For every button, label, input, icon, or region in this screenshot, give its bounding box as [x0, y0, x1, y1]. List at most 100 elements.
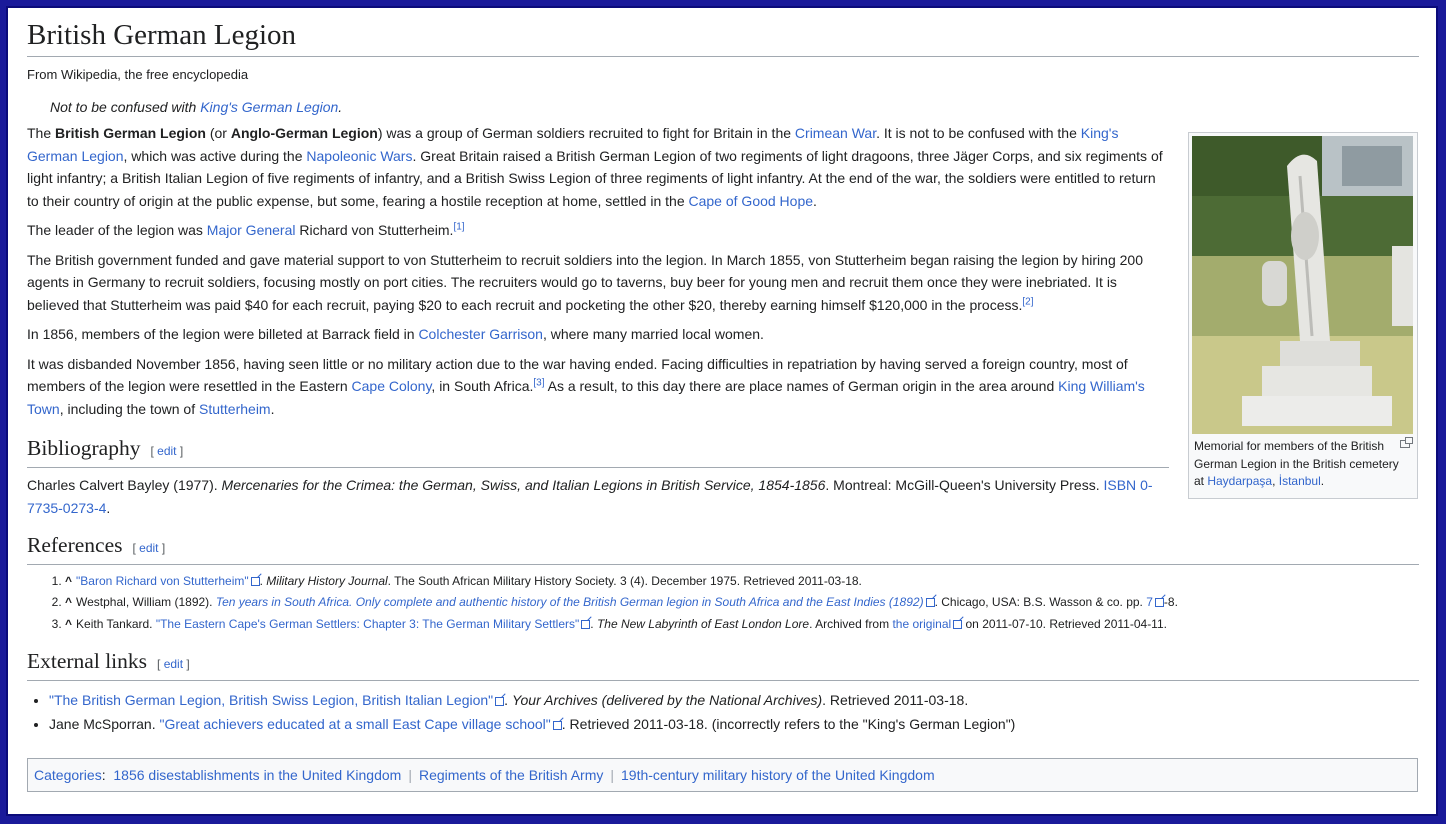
- caption-end: .: [1320, 474, 1325, 488]
- categories-box: Categories: 1856 disestablishments in th…: [27, 758, 1418, 792]
- text: , which was active during the: [123, 147, 307, 164]
- hatnote-link[interactable]: King's German Legion: [200, 99, 338, 115]
- text: . It is not to be confused with the: [876, 125, 1081, 141]
- text: .: [270, 400, 275, 417]
- edit-section: [ edit ]: [150, 444, 184, 458]
- text: Richard von Stutterheim.: [295, 222, 454, 238]
- link-cape-colony[interactable]: Cape Colony: [352, 378, 432, 394]
- text: . The South African Military History Soc…: [387, 574, 862, 588]
- reference-item: ^"Baron Richard von Stutterheim". Milita…: [65, 571, 1419, 592]
- text: Charles Calvert Bayley (1977).: [27, 477, 222, 493]
- external-links-list: "The British German Legion, British Swis…: [27, 688, 1419, 736]
- text: on 2011-07-10. Retrieved 2011-04-11.: [962, 616, 1167, 631]
- external-link-icon: [925, 598, 935, 608]
- text: Jane McSporran.: [49, 715, 160, 732]
- article-content: British German Legion From Wikipedia, th…: [27, 16, 1419, 792]
- bold-term: British German Legion: [55, 125, 206, 141]
- bibliography-heading: Bibliography [ edit ]: [27, 434, 1169, 468]
- backlink-caret[interactable]: ^: [65, 574, 72, 588]
- category-link[interactable]: Regiments of the British Army: [419, 767, 603, 783]
- page-link[interactable]: 7: [1146, 595, 1153, 609]
- reference-item: ^ Keith Tankard. "The Eastern Cape's Germ…: [65, 614, 1419, 635]
- hatnote-text: Not to be confused with: [50, 99, 201, 115]
- link-stutterheim[interactable]: Stutterheim: [199, 401, 271, 417]
- reference-1[interactable]: [1]: [453, 221, 464, 232]
- link-major-general[interactable]: Major General: [207, 222, 296, 238]
- edit-references-link[interactable]: edit: [139, 541, 158, 555]
- category-separator: |: [610, 767, 615, 783]
- heading-text: Bibliography: [27, 436, 141, 460]
- publication-title: The New Labyrinth of East London Lore: [596, 616, 810, 631]
- tagline: From Wikipedia, the free encyclopedia: [27, 67, 249, 82]
- link-istanbul[interactable]: İstanbul: [1279, 474, 1321, 488]
- hatnote-end: .: [338, 99, 343, 115]
- category-link[interactable]: 19th-century military history of the Uni…: [621, 767, 935, 783]
- heading-text: References: [27, 533, 123, 557]
- book-title: Mercenaries for the Crimea: the German, …: [221, 477, 826, 493]
- link-colchester-garrison[interactable]: Colchester Garrison: [418, 326, 543, 342]
- bibliography-entry: Charles Calvert Bayley (1977). Mercenari…: [27, 474, 1169, 519]
- link-isbn[interactable]: ISBN: [1103, 477, 1136, 493]
- link-haydarpasa[interactable]: Haydarpaşa: [1207, 474, 1272, 488]
- publisher-title: Your Archives (delivered by the National…: [511, 691, 823, 708]
- link-napoleonic-wars[interactable]: Napoleonic Wars: [306, 148, 412, 164]
- text: .: [590, 616, 597, 631]
- external-link-item: "The British German Legion, British Swis…: [49, 688, 1419, 712]
- backlink-caret[interactable]: ^: [65, 617, 72, 631]
- references-list: ^ "Baron Richard von Stutterheim". Milita…: [27, 571, 1419, 635]
- reference-2[interactable]: [2]: [1022, 296, 1033, 307]
- external-link-icon: [250, 577, 260, 586]
- text: , where many married local women.: [542, 326, 764, 342]
- backlink-caret[interactable]: ^: [65, 595, 72, 609]
- reference-link[interactable]: "The Eastern Cape's German Settlers: Cha…: [156, 617, 579, 631]
- external-link[interactable]: "Great achievers educated at a small Eas…: [160, 716, 551, 732]
- external-link-icon: [495, 696, 505, 706]
- text: .: [813, 192, 817, 209]
- text: . Archived from: [809, 616, 893, 631]
- edit-bibliography-link[interactable]: edit: [157, 444, 176, 458]
- external-link-icon: [581, 619, 591, 629]
- external-link[interactable]: "The British German Legion, British Swis…: [49, 692, 493, 708]
- references-heading: References [ edit ]: [27, 531, 1419, 565]
- reference-link[interactable]: Ten years in South Africa. Only complete…: [216, 595, 924, 609]
- intro-text: The British German Legion (or Anglo-Germ…: [27, 122, 1169, 420]
- text: In 1856, members of the legion were bill…: [27, 326, 419, 342]
- text: , in South Africa.: [431, 378, 534, 394]
- text: , including the town of: [59, 400, 199, 417]
- text: (or: [205, 125, 231, 141]
- external-link-icon: [552, 720, 562, 730]
- journal-title: Military History Journal: [266, 574, 388, 588]
- edit-section: [ edit ]: [132, 541, 166, 555]
- reference-3[interactable]: [3]: [533, 377, 544, 388]
- edit-external-links-link[interactable]: edit: [164, 657, 183, 671]
- memorial-photo-graphic: [1192, 136, 1413, 434]
- text: . Montreal: McGill-Queen's University Pr…: [825, 477, 1104, 493]
- text: .: [106, 499, 111, 516]
- text: . Retrieved 2011-03-18. (incorrectly ref…: [561, 715, 1016, 732]
- category-link[interactable]: 1856 disestablishments in the United Kin…: [113, 767, 401, 783]
- memorial-image[interactable]: [1192, 136, 1413, 434]
- external-link-item: Jane McSporran. "Great achievers educate…: [49, 712, 1419, 736]
- hatnote: Not to be confused with King's German Le…: [50, 99, 1419, 115]
- archive-link[interactable]: the original: [892, 617, 951, 631]
- references-section: References [ edit ] ^ "Baron Richard von S…: [27, 531, 1419, 635]
- enlarge-icon[interactable]: [1400, 437, 1413, 448]
- intro-paragraph-3: The British government funded and gave m…: [27, 249, 1169, 317]
- reference-item: ^ Westphal, William (1892). Ten years in …: [65, 592, 1419, 613]
- text: As a result, to this day there are place…: [544, 378, 1059, 394]
- text: Keith Tankard.: [76, 616, 156, 631]
- link-crimean-war[interactable]: Crimean War: [795, 125, 876, 141]
- text: . Chicago, USA: B.S. Wasson & co. pp.: [934, 595, 1147, 610]
- external-link-icon: [953, 619, 963, 629]
- reference-link[interactable]: "Baron Richard von Stutterheim": [76, 574, 249, 588]
- text: Westphal, William (1892).: [76, 595, 216, 610]
- text: -8.: [1163, 595, 1178, 610]
- text: . Retrieved 2011-03-18.: [822, 691, 969, 708]
- caption-sep: ,: [1272, 474, 1279, 488]
- bold-term: Anglo-German Legion: [230, 125, 378, 141]
- categories-label-link[interactable]: Categories: [34, 767, 102, 783]
- bibliography-section: Bibliography [ edit ] Charles Calvert Bay…: [27, 434, 1169, 519]
- page-title: British German Legion: [27, 16, 1419, 57]
- edit-section: [ edit ]: [157, 656, 190, 671]
- link-cape-of-good-hope[interactable]: Cape of Good Hope: [689, 193, 814, 209]
